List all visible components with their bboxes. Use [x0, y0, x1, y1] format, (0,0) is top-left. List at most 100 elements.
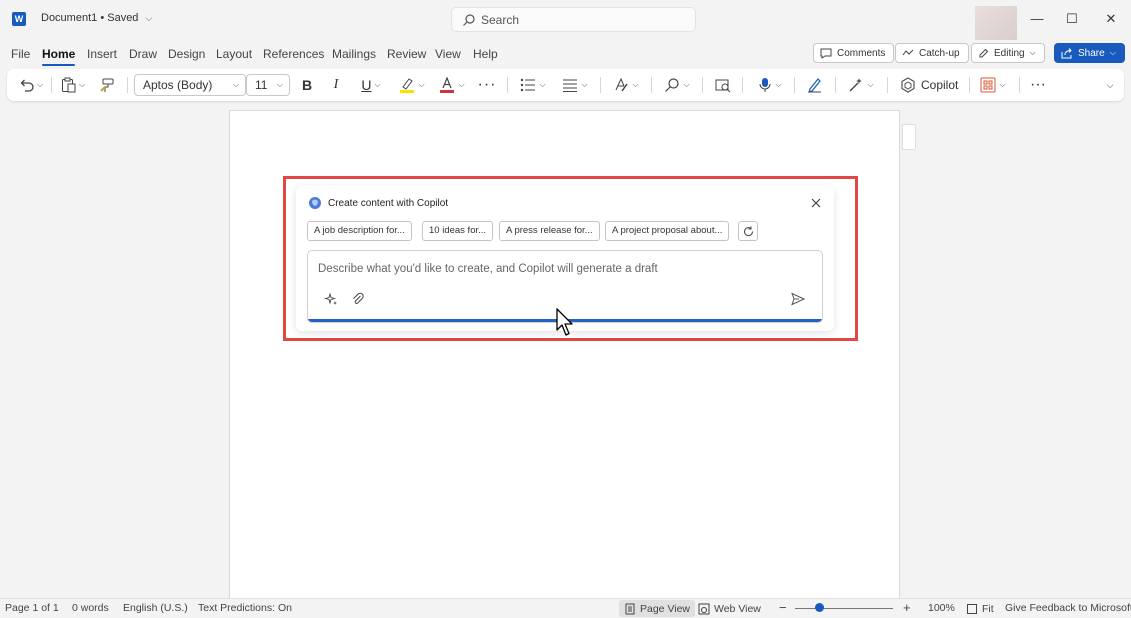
language-indicator[interactable]: English (U.S.): [123, 602, 188, 614]
text-predictions-status[interactable]: Text Predictions: On: [198, 602, 292, 614]
highlight-button[interactable]: ⌵: [396, 75, 428, 95]
mouse-cursor-icon: [556, 308, 573, 336]
chevron-down-icon: ⌵: [145, 13, 153, 23]
tab-references[interactable]: References: [263, 47, 324, 61]
styles-button[interactable]: ⌵: [610, 75, 642, 95]
align-button[interactable]: ⌵: [559, 75, 591, 95]
microphone-icon: [759, 78, 771, 92]
feedback-link[interactable]: Give Feedback to Microsoft: [1005, 602, 1131, 614]
tab-draw[interactable]: Draw: [129, 47, 157, 61]
page-view-button[interactable]: Page View: [619, 600, 696, 617]
sparkle-icon[interactable]: [324, 292, 338, 306]
ribbon-expand-button[interactable]: ⌵: [1102, 75, 1118, 95]
search-icon: [665, 78, 680, 92]
catchup-label: Catch-up: [919, 47, 960, 59]
font-color-button[interactable]: ⌵: [436, 75, 468, 95]
attach-icon[interactable]: [351, 292, 365, 306]
suggestion-chip[interactable]: A project proposal about...: [605, 221, 730, 241]
close-icon[interactable]: [809, 196, 823, 210]
editing-mode-button[interactable]: Editing ⌵: [971, 43, 1045, 63]
tab-view[interactable]: View: [435, 47, 461, 61]
tab-help[interactable]: Help: [473, 47, 498, 61]
fit-label: Fit: [982, 602, 994, 615]
suggestion-chip[interactable]: A job description for...: [307, 221, 412, 241]
document-name: Document1: [41, 12, 98, 24]
bold-icon: B: [301, 77, 313, 93]
bold-button[interactable]: B: [298, 75, 316, 95]
catchup-icon: [902, 49, 914, 56]
font-color-icon: [440, 77, 455, 93]
highlighter-icon: [400, 78, 415, 93]
refresh-suggestions-button[interactable]: [738, 221, 758, 241]
fit-icon: [967, 603, 977, 614]
align-left-icon: [563, 79, 578, 92]
page-side-handle[interactable]: [902, 124, 916, 150]
zoom-level[interactable]: 100%: [928, 602, 955, 614]
comments-button[interactable]: Comments: [813, 43, 895, 63]
web-view-icon: [698, 603, 710, 614]
undo-button[interactable]: ⌵: [16, 75, 46, 95]
chevron-down-icon: ⌵: [232, 80, 239, 89]
chevron-down-icon: ⌵: [1106, 79, 1114, 90]
undo-icon: [20, 79, 34, 92]
copilot-ribbon-button[interactable]: Copilot: [900, 75, 958, 95]
zoom-slider-thumb[interactable]: [815, 603, 824, 612]
send-icon[interactable]: [791, 292, 805, 306]
more-options-button[interactable]: ···: [1028, 75, 1048, 95]
refresh-icon: [743, 226, 753, 236]
more-font-options-button[interactable]: ···: [477, 75, 497, 95]
add-ins-icon: [980, 77, 996, 93]
font-name-select[interactable]: Aptos (Body) ⌵: [134, 74, 246, 96]
word-count[interactable]: 0 words: [72, 602, 109, 614]
pen-icon: [808, 78, 821, 93]
zoom-slider[interactable]: [795, 608, 893, 609]
page-count[interactable]: Page 1 of 1: [5, 602, 59, 614]
tab-design[interactable]: Design: [168, 47, 205, 61]
clipboard-icon: [61, 77, 76, 93]
fit-button[interactable]: Fit: [961, 600, 999, 617]
tab-file[interactable]: File: [11, 47, 30, 61]
search-box[interactable]: Search: [451, 7, 696, 32]
format-painter-button[interactable]: [97, 75, 117, 95]
more-icon: ···: [1030, 76, 1046, 93]
italic-button[interactable]: I: [327, 75, 345, 95]
document-title[interactable]: Document1 • Saved ⌵: [41, 12, 152, 24]
page-view-label: Page View: [640, 602, 691, 615]
suggestion-chip[interactable]: A press release for...: [499, 221, 600, 241]
page-view-icon: [625, 603, 635, 614]
zoom-out-button[interactable]: −: [779, 600, 787, 615]
tab-review[interactable]: Review: [387, 47, 426, 61]
close-window-button[interactable]: ✕: [1101, 10, 1121, 28]
copilot-icon: [309, 197, 321, 209]
tab-insert[interactable]: Insert: [87, 47, 117, 61]
zoom-in-button[interactable]: +: [903, 600, 911, 615]
catchup-button[interactable]: Catch-up: [895, 43, 969, 63]
copilot-dialog-title: Create content with Copilot: [328, 198, 449, 209]
chevron-down-icon: ⌵: [1029, 48, 1036, 57]
designer-button[interactable]: ⌵: [845, 75, 877, 95]
suggestion-chip[interactable]: 10 ideas for...: [422, 221, 494, 241]
find-button[interactable]: ⌵: [661, 75, 693, 95]
add-ins-button[interactable]: ⌵: [977, 75, 1009, 95]
maximize-button[interactable]: ☐: [1062, 10, 1082, 28]
underline-icon: U: [361, 77, 372, 93]
web-view-button[interactable]: Web View: [693, 600, 766, 617]
share-button[interactable]: Share ⌵: [1054, 43, 1125, 63]
underline-button[interactable]: U ⌵: [356, 75, 386, 95]
font-size-select[interactable]: 11 ⌵: [246, 74, 290, 96]
save-status: • Saved: [100, 12, 139, 24]
paste-button[interactable]: ⌵: [58, 75, 88, 95]
editor-button[interactable]: [712, 75, 734, 95]
avatar[interactable]: [975, 6, 1017, 40]
editor-pen-button[interactable]: [804, 75, 826, 95]
status-bar: Page 1 of 1 0 words English (U.S.) Text …: [0, 598, 1131, 618]
tab-mailings[interactable]: Mailings: [332, 47, 376, 61]
bullets-button[interactable]: ⌵: [517, 75, 549, 95]
web-view-label: Web View: [714, 602, 761, 615]
tab-home[interactable]: Home: [42, 47, 76, 66]
tab-layout[interactable]: Layout: [216, 47, 252, 61]
dictate-button[interactable]: ⌵: [755, 75, 785, 95]
share-label: Share: [1078, 47, 1105, 59]
more-icon: ···: [477, 76, 497, 93]
minimize-button[interactable]: —: [1027, 10, 1047, 28]
